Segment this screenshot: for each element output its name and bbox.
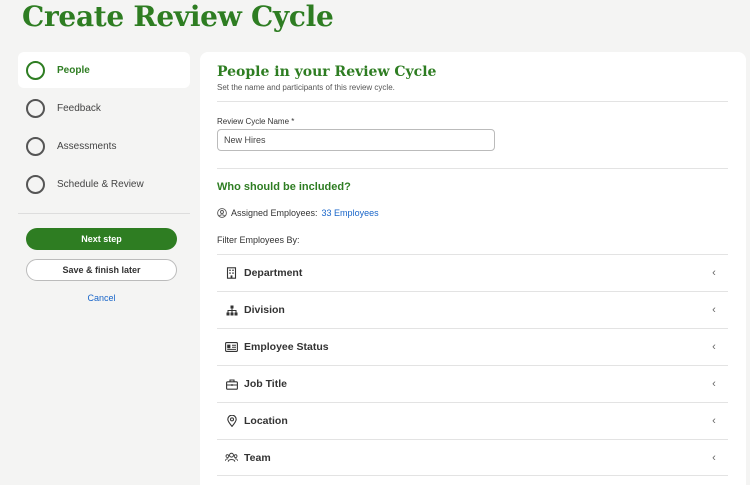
main-card: People in your Review Cycle Set the name…: [200, 52, 746, 485]
filter-department[interactable]: Department ‹: [217, 254, 728, 291]
section-title: Who should be included?: [217, 181, 351, 193]
step-list: People Feedback Assessments Schedule & R…: [18, 52, 190, 204]
step-circle-icon: [26, 174, 45, 194]
divider: [217, 168, 728, 169]
building-icon: [225, 267, 238, 280]
page-title: Create Review Cycle: [22, 0, 334, 33]
step-circle-icon: [26, 60, 45, 80]
filter-location[interactable]: Location ‹: [217, 402, 728, 439]
chevron-left-icon: ‹: [712, 304, 716, 316]
assigned-employees: Assigned Employees: 33 Employees: [217, 208, 379, 218]
divider: [217, 101, 728, 102]
filter-label-text: Employee Status: [244, 341, 329, 353]
filter-team[interactable]: Team ‹: [217, 439, 728, 476]
step-label: Feedback: [57, 102, 101, 114]
filter-list: Department ‹ Division ‹ Employee Status …: [217, 254, 728, 476]
filter-label-text: Job Title: [244, 378, 287, 390]
review-cycle-name-input[interactable]: [217, 129, 495, 151]
chevron-left-icon: ‹: [712, 267, 716, 279]
step-feedback[interactable]: Feedback: [18, 90, 190, 126]
step-label: Assessments: [57, 140, 117, 152]
filter-division[interactable]: Division ‹: [217, 291, 728, 328]
card-title: People in your Review Cycle: [217, 64, 437, 80]
step-schedule-review[interactable]: Schedule & Review: [18, 166, 190, 202]
person-circle-icon: [217, 208, 227, 218]
briefcase-icon: [225, 378, 238, 391]
next-step-button[interactable]: Next step: [26, 228, 177, 250]
map-pin-icon: [225, 415, 238, 428]
step-circle-icon: [26, 98, 45, 118]
chevron-left-icon: ‹: [712, 378, 716, 390]
step-label: People: [57, 64, 90, 76]
org-chart-icon: [225, 304, 238, 317]
filter-label-text: Team: [244, 451, 271, 464]
chevron-left-icon: ‹: [712, 341, 716, 353]
chevron-left-icon: ‹: [712, 451, 716, 464]
filter-employee-status[interactable]: Employee Status ‹: [217, 328, 728, 365]
divider: [18, 213, 190, 214]
step-assessments[interactable]: Assessments: [18, 128, 190, 164]
filter-job-title[interactable]: Job Title ‹: [217, 365, 728, 402]
step-circle-icon: [26, 136, 45, 156]
filter-label-text: Department: [244, 267, 303, 279]
chevron-left-icon: ‹: [712, 415, 716, 427]
card-subtitle: Set the name and participants of this re…: [217, 83, 395, 92]
step-label: Schedule & Review: [57, 178, 144, 190]
cancel-link[interactable]: Cancel: [26, 293, 177, 303]
team-icon: [225, 451, 238, 464]
filter-label-text: Division: [244, 304, 285, 316]
assigned-employees-count-link[interactable]: 33 Employees: [322, 208, 379, 218]
id-card-icon: [225, 341, 238, 354]
filter-label-text: Location: [244, 415, 288, 427]
step-people[interactable]: People: [18, 52, 190, 88]
filter-label: Filter Employees By:: [217, 235, 300, 245]
review-cycle-name-label: Review Cycle Name *: [217, 117, 295, 126]
assigned-employees-label: Assigned Employees:: [231, 208, 318, 218]
save-finish-later-button[interactable]: Save & finish later: [26, 259, 177, 281]
